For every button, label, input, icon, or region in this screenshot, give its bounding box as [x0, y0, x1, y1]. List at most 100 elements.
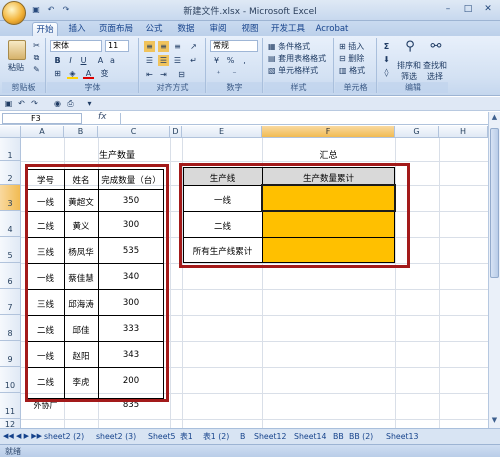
tab-insert[interactable]: 插入: [66, 22, 88, 36]
tab-formulas[interactable]: 公式: [143, 22, 165, 36]
format-cells-button[interactable]: ▥ 格式: [339, 65, 365, 76]
row-header-1[interactable]: 1: [0, 138, 21, 161]
qat-undo-icon[interactable]: ↶: [16, 98, 27, 109]
select-all-corner[interactable]: [0, 126, 21, 138]
column-header-c[interactable]: C: [98, 126, 170, 138]
text-orientation-icon[interactable]: ↗: [188, 41, 199, 52]
qat-save-icon[interactable]: ▣: [3, 98, 14, 109]
border-icon[interactable]: ⊞: [52, 68, 63, 79]
delete-cells-button[interactable]: ⊟ 删除: [339, 53, 364, 64]
row-header-12[interactable]: 12: [0, 419, 21, 428]
tab-data[interactable]: 数据: [175, 22, 197, 36]
close-icon[interactable]: ✕: [480, 3, 496, 15]
office-button[interactable]: [2, 1, 26, 25]
column-header-b[interactable]: B: [64, 126, 98, 138]
column-header-e[interactable]: E: [182, 126, 262, 138]
currency-icon[interactable]: ¥: [211, 55, 222, 66]
increase-decimal-icon[interactable]: ⁺: [213, 68, 224, 79]
sort-filter-icon[interactable]: ⚲: [402, 40, 418, 57]
align-top-icon[interactable]: ≡: [144, 41, 155, 52]
formula-input[interactable]: [120, 113, 490, 124]
conditional-format-button[interactable]: ▦ 条件格式: [268, 41, 310, 52]
row-header-2[interactable]: 2: [0, 161, 21, 185]
row-header-10[interactable]: 10: [0, 367, 21, 393]
cut-icon[interactable]: ✂: [31, 40, 42, 51]
comma-icon[interactable]: ,: [239, 55, 250, 66]
phonetic-icon[interactable]: 变: [99, 68, 110, 79]
bold-icon[interactable]: B: [52, 55, 63, 66]
qat-customize-icon[interactable]: ▾: [84, 98, 95, 109]
fill-icon[interactable]: ⬇: [381, 54, 392, 65]
copy-icon[interactable]: ⧉: [31, 52, 42, 63]
scroll-up-icon[interactable]: ▲: [490, 113, 499, 123]
increase-indent-icon[interactable]: ⇥: [158, 69, 169, 80]
sheet-tab-1[interactable]: sheet2 (2): [44, 430, 84, 443]
maximize-icon[interactable]: □: [460, 3, 476, 15]
font-size-select[interactable]: 11: [105, 40, 129, 52]
wrap-text-icon[interactable]: ↵: [188, 55, 199, 66]
sort-filter-button[interactable]: 排序和筛选: [396, 60, 422, 82]
minimize-icon[interactable]: –: [440, 3, 456, 15]
sheet-nav-icon[interactable]: ◀◀ ◀ ▶ ▶▶: [3, 430, 42, 443]
number-format-select[interactable]: 常规: [210, 40, 258, 52]
row-header-9[interactable]: 9: [0, 341, 21, 367]
tab-home[interactable]: 开始: [32, 22, 58, 36]
row-header-11[interactable]: 11: [0, 393, 21, 419]
row-header-5[interactable]: 5: [0, 237, 21, 263]
shrink-font-icon[interactable]: a: [107, 55, 118, 66]
align-left-icon[interactable]: ☰: [144, 55, 155, 66]
decrease-indent-icon[interactable]: ⇤: [144, 69, 155, 80]
vertical-scrollbar[interactable]: ▲ ▼: [488, 112, 500, 428]
tab-view[interactable]: 视图: [239, 22, 261, 36]
row-header-3[interactable]: 3: [0, 185, 21, 211]
italic-icon[interactable]: I: [65, 55, 76, 66]
row-header-6[interactable]: 6: [0, 263, 21, 289]
sheet-tab-7[interactable]: Sheet12: [254, 430, 286, 443]
merge-center-icon[interactable]: ⊟: [176, 69, 187, 80]
scroll-down-icon[interactable]: ▼: [490, 416, 499, 426]
column-header-f[interactable]: F: [262, 126, 395, 138]
percent-icon[interactable]: %: [225, 55, 236, 66]
table-format-button[interactable]: ▤ 套用表格格式: [268, 53, 326, 64]
qat-redo-icon[interactable]: ↷: [29, 98, 40, 109]
fill-color-icon[interactable]: ◈: [67, 68, 78, 79]
grow-font-icon[interactable]: A: [95, 55, 106, 66]
row-header-8[interactable]: 8: [0, 315, 21, 341]
paste-icon[interactable]: [8, 40, 26, 60]
align-middle-icon[interactable]: ≡: [158, 41, 169, 52]
scroll-thumb[interactable]: [490, 128, 499, 278]
autosum-icon[interactable]: Σ: [381, 41, 392, 52]
tab-acrobat[interactable]: Acrobat: [314, 22, 350, 36]
cell-style-button[interactable]: ▧ 单元格样式: [268, 65, 318, 76]
column-header-g[interactable]: G: [395, 126, 439, 138]
font-name-select[interactable]: 宋体: [50, 40, 102, 52]
name-box[interactable]: F3: [2, 113, 82, 124]
worksheet-grid[interactable]: A B C D E F G H 1 2 3 4 5 6 7 8 9 10 11 …: [0, 126, 488, 428]
sheet-tab-8[interactable]: Sheet14: [294, 430, 326, 443]
row-header-4[interactable]: 4: [0, 211, 21, 237]
qat-preview-icon[interactable]: ◉: [52, 98, 63, 109]
sheet-tab-5[interactable]: 表1 (2): [203, 430, 229, 443]
tab-developer[interactable]: 开发工具: [270, 22, 306, 36]
align-right-icon[interactable]: ☰: [172, 55, 183, 66]
find-select-button[interactable]: 查找和选择: [422, 60, 448, 82]
sheet-tab-10[interactable]: BB (2): [349, 430, 373, 443]
column-header-d[interactable]: D: [170, 126, 182, 138]
sheet-tab-2[interactable]: sheet2 (3): [96, 430, 136, 443]
sheet-tab-6[interactable]: B: [240, 430, 245, 443]
find-select-icon[interactable]: ⚯: [428, 40, 444, 57]
clear-icon[interactable]: ◊: [381, 67, 392, 78]
format-painter-icon[interactable]: ✎: [31, 64, 42, 75]
tab-review[interactable]: 审阅: [207, 22, 229, 36]
column-header-a[interactable]: A: [21, 126, 64, 138]
paste-button[interactable]: 粘贴: [8, 62, 24, 73]
align-bottom-icon[interactable]: ≡: [172, 41, 183, 52]
underline-icon[interactable]: U: [78, 55, 89, 66]
sheet-tab-3[interactable]: Sheet5: [148, 430, 176, 443]
sheet-tab-4[interactable]: 表1: [180, 430, 193, 443]
fx-icon[interactable]: fx: [98, 112, 107, 122]
align-center-icon[interactable]: ☰: [158, 55, 169, 66]
insert-cells-button[interactable]: ⊞ 插入: [339, 41, 364, 52]
tab-page-layout[interactable]: 页面布局: [97, 22, 135, 36]
row-header-7[interactable]: 7: [0, 289, 21, 315]
